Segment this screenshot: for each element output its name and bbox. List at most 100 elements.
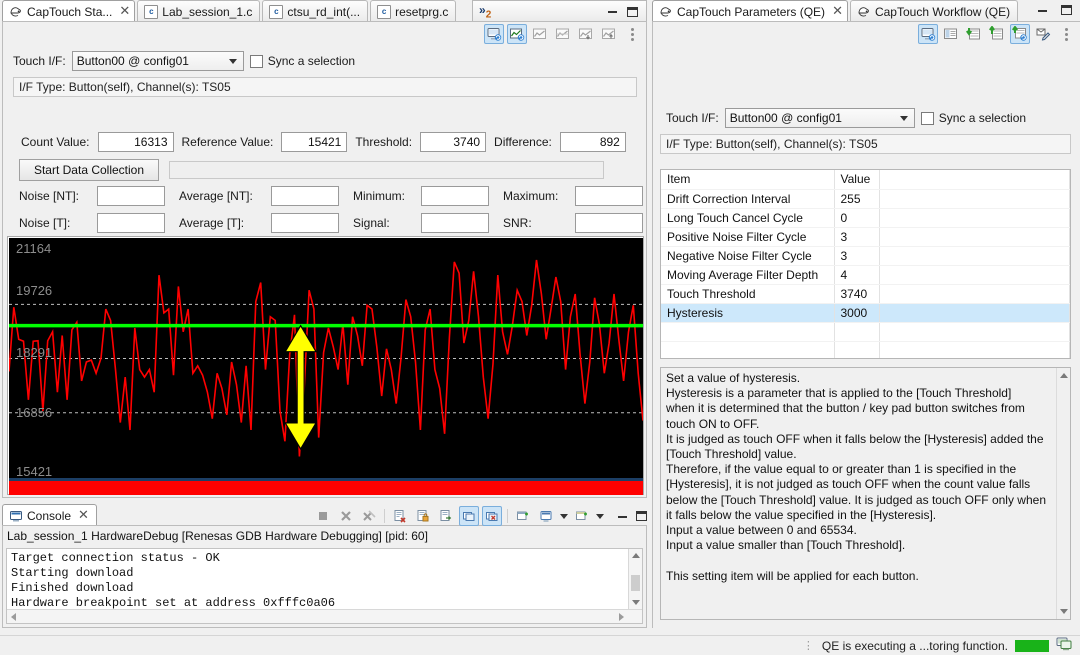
close-icon[interactable]: ✕: [832, 5, 843, 18]
export-params-icon[interactable]: [987, 24, 1007, 44]
clear-console-icon[interactable]: [390, 506, 410, 526]
tab-captouch-parameters[interactable]: CapTouch Parameters (QE) ✕: [652, 0, 848, 22]
scroll-up-arrow-icon[interactable]: [632, 553, 640, 558]
chevron-down-icon-2[interactable]: [595, 514, 605, 519]
view-menu-icon[interactable]: [622, 24, 642, 44]
graph-plot-area[interactable]: [9, 238, 643, 479]
parameter-item[interactable]: Moving Average Filter Depth: [661, 265, 834, 284]
sync-selection-checkbox[interactable]: Sync a selection: [250, 54, 355, 68]
touch-if-combo-wrap-right[interactable]: Button00 @ config01: [725, 108, 915, 128]
parameter-value[interactable]: 3: [834, 227, 879, 246]
reference-value-field[interactable]: 15421: [281, 132, 347, 152]
minimize-icon[interactable]: [614, 508, 630, 524]
parameter-item[interactable]: Negative Noise Filter Cycle: [661, 246, 834, 265]
scroll-right-arrow-icon[interactable]: [619, 613, 624, 621]
table-row[interactable]: Hysteresis3000: [661, 303, 1070, 322]
remove-launch-icon[interactable]: [336, 506, 356, 526]
graph-export-icon[interactable]: [576, 24, 596, 44]
maximum-field[interactable]: [575, 186, 643, 206]
tab-captouch-status[interactable]: CapTouch Sta... ✕: [2, 0, 135, 22]
average-t-field[interactable]: [271, 213, 339, 233]
scroll-up-arrow-icon[interactable]: [1060, 373, 1068, 378]
difference-field[interactable]: 892: [560, 132, 626, 152]
tab-ctsu-rd-int[interactable]: ctsu_rd_int(...: [262, 0, 368, 22]
graph-refresh-icon[interactable]: [507, 24, 527, 44]
touch-if-select-right[interactable]: Button00 @ config01: [725, 108, 915, 128]
column-header[interactable]: Item: [661, 170, 834, 189]
parameters-table[interactable]: ItemValueDrift Correction Interval255Lon…: [661, 170, 1070, 359]
parameter-value[interactable]: 0: [834, 208, 879, 227]
param-view-icon[interactable]: [941, 24, 961, 44]
table-row[interactable]: Touch Threshold3740: [661, 284, 1070, 303]
graph-icon-1[interactable]: [530, 24, 550, 44]
description-scrollbar[interactable]: [1056, 368, 1070, 619]
view-menu-icon[interactable]: [1056, 24, 1076, 44]
monitor-refresh-icon[interactable]: [918, 24, 938, 44]
table-row[interactable]: Moving Average Filter Depth4: [661, 265, 1070, 284]
close-icon[interactable]: ✕: [78, 509, 89, 522]
maximize-icon[interactable]: [633, 508, 649, 524]
tab-console[interactable]: Console ✕: [2, 504, 97, 526]
open-console-icon[interactable]: [572, 506, 592, 526]
pin-console-icon[interactable]: [482, 506, 502, 526]
maximize-icon[interactable]: [1058, 2, 1074, 18]
maximize-icon[interactable]: [624, 4, 640, 20]
terminate-icon[interactable]: [313, 506, 333, 526]
table-row[interactable]: Long Touch Cancel Cycle0: [661, 208, 1070, 227]
word-wrap-icon[interactable]: [436, 506, 456, 526]
display-selected-console-icon[interactable]: [536, 506, 556, 526]
tab-resetprg-c[interactable]: resetprg.c: [370, 0, 456, 22]
new-console-view-icon[interactable]: [513, 506, 533, 526]
parameter-description[interactable]: Set a value of hysteresis. Hysteresis is…: [660, 367, 1071, 620]
scroll-down-arrow-icon[interactable]: [632, 600, 640, 605]
table-row[interactable]: Negative Noise Filter Cycle3: [661, 246, 1070, 265]
scroll-thumb[interactable]: [631, 575, 640, 591]
sync-selection-checkbox-right[interactable]: Sync a selection: [921, 111, 1026, 125]
minimum-field[interactable]: [421, 186, 489, 206]
parameter-value[interactable]: 3000: [834, 303, 879, 322]
console-horizontal-scrollbar[interactable]: [7, 609, 642, 623]
parameter-item[interactable]: Positive Noise Filter Cycle: [661, 227, 834, 246]
minimize-icon[interactable]: [1034, 2, 1050, 18]
tab-lab-session-1-c[interactable]: Lab_session_1.c: [137, 0, 260, 22]
parameter-item[interactable]: Hysteresis: [661, 303, 834, 322]
parameter-item[interactable]: Drift Correction Interval: [661, 189, 834, 208]
import-params-icon[interactable]: [964, 24, 984, 44]
touch-if-select[interactable]: Button00 @ config01: [72, 51, 244, 71]
scroll-down-arrow-icon[interactable]: [1060, 609, 1068, 614]
snr-field[interactable]: [575, 213, 643, 233]
signal-field[interactable]: [421, 213, 489, 233]
table-row[interactable]: Drift Correction Interval255: [661, 189, 1070, 208]
waveform-graph[interactable]: 21164 19726 18291 16856 15421: [7, 236, 644, 495]
start-data-collection-button[interactable]: Start Data Collection: [19, 159, 159, 181]
noise-t-field[interactable]: [97, 213, 165, 233]
sync-params-icon[interactable]: [1010, 24, 1030, 44]
show-console-icon[interactable]: [459, 506, 479, 526]
threshold-field[interactable]: 3740: [420, 132, 486, 152]
parameter-item[interactable]: Touch Threshold: [661, 284, 834, 303]
status-monitor-icon[interactable]: [1056, 637, 1072, 654]
monitor-refresh-icon[interactable]: [484, 24, 504, 44]
edit-params-icon[interactable]: [1033, 24, 1053, 44]
minimize-icon[interactable]: [604, 4, 620, 20]
close-icon[interactable]: ✕: [119, 5, 130, 18]
parameter-value[interactable]: 4: [834, 265, 879, 284]
scroll-lock-icon[interactable]: [413, 506, 433, 526]
table-row[interactable]: Positive Noise Filter Cycle3: [661, 227, 1070, 246]
average-nt-field[interactable]: [271, 186, 339, 206]
graph-import-icon[interactable]: [599, 24, 619, 44]
graph-icon-2[interactable]: [553, 24, 573, 44]
parameter-value[interactable]: 3: [834, 246, 879, 265]
parameter-item[interactable]: Long Touch Cancel Cycle: [661, 208, 834, 227]
console-output[interactable]: Target connection status - OK Starting d…: [6, 548, 643, 624]
checkbox-box[interactable]: [921, 112, 934, 125]
editor-overflow-chevron[interactable]: »2: [479, 3, 491, 20]
chevron-down-icon[interactable]: [559, 514, 569, 519]
tab-captouch-workflow[interactable]: CapTouch Workflow (QE): [850, 0, 1018, 22]
noise-nt-field[interactable]: [97, 186, 165, 206]
column-header[interactable]: Value: [834, 170, 879, 189]
parameter-value[interactable]: 3740: [834, 284, 879, 303]
parameters-table-container[interactable]: ItemValueDrift Correction Interval255Lon…: [660, 169, 1071, 359]
count-value-field[interactable]: 16313: [98, 132, 174, 152]
touch-if-combo-wrap[interactable]: Button00 @ config01: [72, 51, 244, 71]
